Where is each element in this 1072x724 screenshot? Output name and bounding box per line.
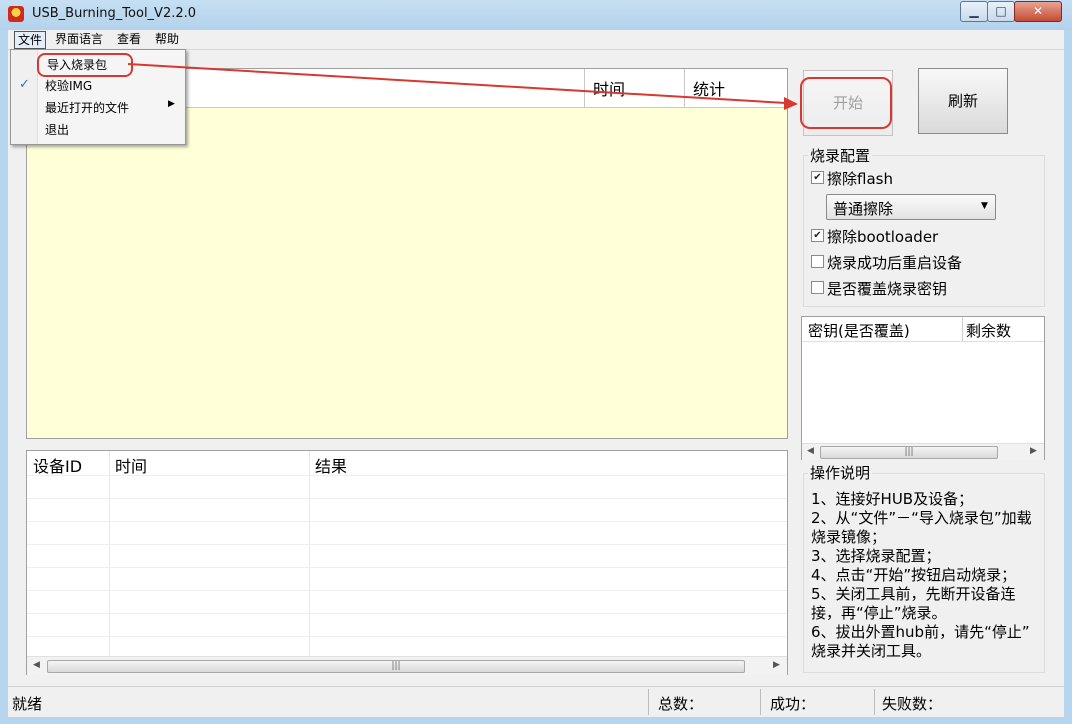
header-separator	[802, 341, 1044, 342]
erase-bootloader-label: 擦除bootloader	[827, 228, 939, 246]
result-list[interactable]: 设备ID 时间 结果 ◀ ||| ▶	[26, 450, 788, 675]
scrollbar-thumb[interactable]: |||	[820, 446, 998, 459]
overwrite-key-label: 是否覆盖烧录密钥	[827, 280, 948, 298]
column-header-key[interactable]: 密钥(是否覆盖)	[808, 320, 910, 341]
window-frame-right	[1064, 30, 1072, 724]
reboot-after-checkbox[interactable]	[811, 255, 824, 268]
erase-bootloader-checkbox[interactable]: ✔	[811, 229, 824, 242]
title-bar: USB_Burning_Tool_V2.2.0 ▁ □ ✕	[0, 0, 1072, 30]
column-divider	[109, 451, 110, 657]
column-divider	[962, 317, 963, 341]
column-header-time[interactable]: 时间	[584, 69, 693, 107]
scroll-right-icon[interactable]: ▶	[1030, 446, 1037, 456]
annotation-highlight-start	[800, 77, 892, 129]
status-bar: 就绪 总数： 成功： 失败数：	[8, 686, 1064, 717]
key-table[interactable]: 密钥(是否覆盖) 剩余数 ◀ ||| ▶	[801, 316, 1045, 460]
menu-item-recent-files[interactable]: 最近打开的文件	[45, 99, 129, 116]
instruction-line: 烧录并关闭工具。	[811, 642, 932, 660]
instruction-line: 接，再“停止”烧录。	[811, 604, 947, 622]
window-frame-left	[0, 30, 8, 724]
column-header-result[interactable]: 结果	[315, 453, 347, 477]
erase-flash-checkbox[interactable]: ✔	[811, 171, 824, 184]
menu-item-import-package[interactable]: 导入烧录包	[37, 53, 133, 77]
submenu-arrow-icon: ▶	[168, 99, 175, 109]
header-separator	[27, 475, 787, 476]
table-row	[27, 613, 787, 614]
file-dropdown-menu: 导入烧录包 ✓ 校验IMG 最近打开的文件 ▶ 退出	[10, 49, 186, 145]
column-header-device-id[interactable]: 设备ID	[33, 453, 82, 477]
menu-language[interactable]: 界面语言	[52, 30, 106, 48]
table-row	[27, 636, 787, 637]
menu-icon-strip	[11, 50, 38, 144]
menu-item-verify-img[interactable]: 校验IMG	[45, 77, 92, 94]
erase-flash-label: 擦除flash	[827, 170, 893, 188]
status-divider	[648, 689, 649, 715]
table-row	[27, 498, 787, 499]
overwrite-key-checkbox[interactable]	[811, 281, 824, 294]
dropdown-arrow-icon: ▼	[981, 201, 988, 211]
reboot-after-label: 烧录成功后重启设备	[827, 254, 963, 272]
check-icon: ✓	[19, 77, 30, 92]
erase-mode-value: 普通擦除	[833, 200, 894, 218]
status-success: 成功：	[770, 695, 816, 713]
menu-view[interactable]: 查看	[114, 30, 144, 48]
app-icon	[8, 6, 24, 22]
instruction-line: 2、从“文件”－“导入烧录包”加载	[811, 509, 1032, 527]
status-total: 总数：	[658, 695, 704, 713]
erase-mode-select[interactable]: 普通擦除 ▼	[826, 194, 996, 220]
column-header-time[interactable]: 时间	[115, 453, 147, 477]
status-divider	[874, 689, 875, 715]
status-divider	[760, 689, 761, 715]
refresh-button[interactable]: 刷新	[918, 68, 1008, 134]
menu-item-exit[interactable]: 退出	[45, 121, 69, 138]
scroll-left-icon[interactable]: ◀	[33, 660, 40, 670]
instruction-line: 烧录镜像；	[811, 528, 887, 546]
scroll-right-icon[interactable]: ▶	[773, 660, 780, 670]
window-frame-bottom	[0, 716, 1072, 724]
close-icon[interactable]: ✕	[1014, 1, 1062, 22]
column-divider	[309, 451, 310, 657]
table-row	[27, 567, 787, 568]
instruction-line: 1、连接好HUB及设备；	[811, 490, 974, 508]
column-header-stat[interactable]: 统计	[684, 69, 793, 107]
key-table-scrollbar[interactable]: ◀ ||| ▶	[802, 443, 1044, 460]
table-row	[27, 590, 787, 591]
window-title: USB_Burning_Tool_V2.2.0	[32, 6, 197, 21]
menu-help[interactable]: 帮助	[152, 30, 182, 48]
menu-bar: 文件 界面语言 查看 帮助	[8, 30, 1064, 50]
scroll-left-icon[interactable]: ◀	[807, 446, 814, 456]
status-text: 就绪	[12, 695, 43, 713]
minimize-icon[interactable]: ▁	[960, 1, 988, 22]
scrollbar-thumb[interactable]: |||	[47, 660, 745, 673]
instruction-line: 4、点击“开始”按钮启动烧录；	[811, 566, 1017, 584]
result-list-scrollbar[interactable]: ◀ ||| ▶	[27, 656, 787, 675]
table-row	[27, 521, 787, 522]
status-failed: 失败数：	[882, 695, 943, 713]
burn-config-title: 烧录配置	[808, 145, 873, 166]
maximize-icon[interactable]: □	[987, 1, 1015, 22]
instruction-line: 3、选择烧录配置；	[811, 547, 941, 565]
menu-file[interactable]: 文件	[14, 31, 47, 49]
instruction-line: 6、拔出外置hub前，请先“停止”	[811, 623, 1030, 641]
table-row	[27, 544, 787, 545]
instructions-title: 操作说明	[808, 462, 873, 483]
instruction-line: 5、关闭工具前，先断开设备连	[811, 585, 1016, 603]
column-header-remaining[interactable]: 剩余数	[966, 320, 1011, 341]
